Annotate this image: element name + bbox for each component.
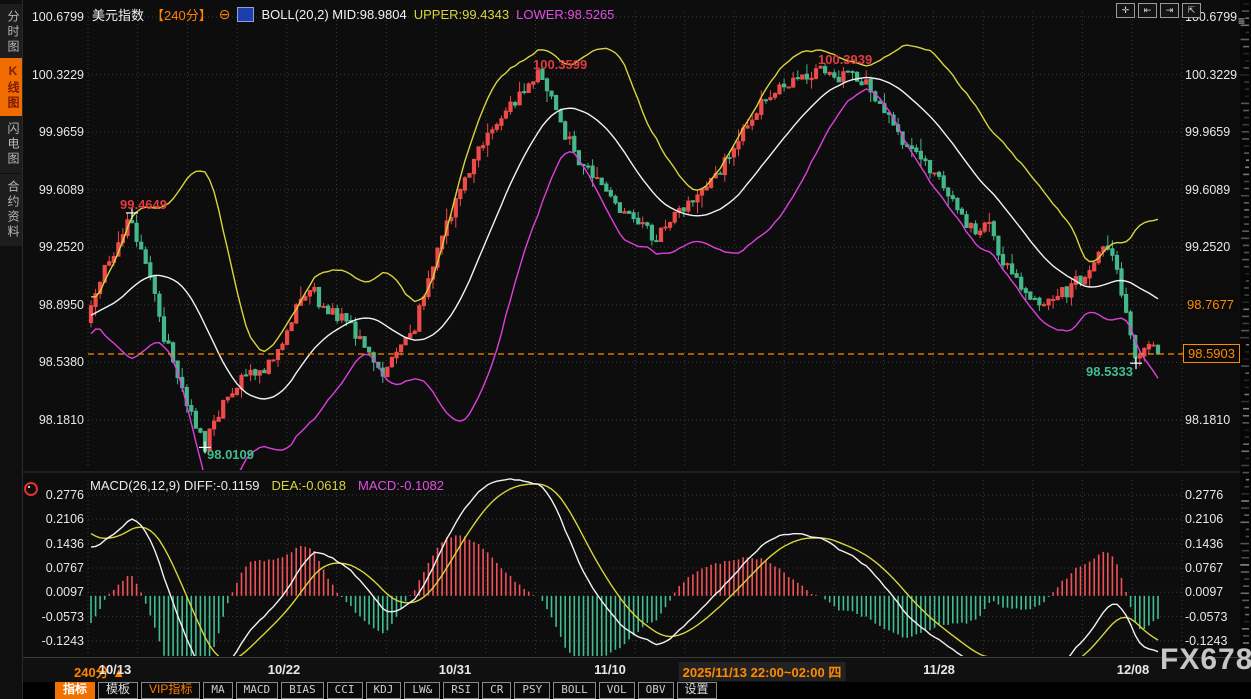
extreme-label-100.3599: 100.3599 xyxy=(533,57,587,72)
macd-tick-right: 0.0767 xyxy=(1185,561,1245,575)
toolbar-button-VOL[interactable]: VOL xyxy=(599,682,635,699)
axis-compress-icon[interactable]: ⇤ xyxy=(1138,3,1157,18)
macd-tick-left: 0.0767 xyxy=(22,561,84,575)
boll-lower-value: LOWER:98.5265 xyxy=(516,7,614,22)
sidebar-tab-2[interactable]: K线图 xyxy=(0,58,22,117)
time-axis: 240分 ▲ 10/1310/2210/3111/102025/11/13 22… xyxy=(22,657,1251,683)
price-tick-left: 98.8950 xyxy=(22,298,84,312)
price-tick-left: 98.1810 xyxy=(22,413,84,427)
date-label: 10/22 xyxy=(268,662,301,677)
sidebar-tab-4[interactable]: 合约资料 xyxy=(0,174,22,246)
macd-tick-left: 0.2106 xyxy=(22,512,84,526)
toolbar-button-VIP指标[interactable]: VIP指标 xyxy=(141,682,200,699)
chart-toolbar-icons: ✛⇤⇥⇱ xyxy=(1116,3,1201,18)
menu-icon[interactable]: ≡ xyxy=(1238,16,1245,26)
macd-tick-right: 0.2776 xyxy=(1185,488,1245,502)
sidebar: 分时图K线图闪电图合约资料 xyxy=(0,0,23,699)
date-label: 11/28 xyxy=(923,662,955,677)
macd-tick-left: -0.0573 xyxy=(22,610,84,624)
date-label: 12/08 xyxy=(1117,662,1150,677)
trading-terminal: 分时图K线图闪电图合约资料 美元指数 【240分】 ⊖ BOLL(20,2) M… xyxy=(0,0,1251,699)
toolbar-button-MA[interactable]: MA xyxy=(203,682,232,699)
price-tick-left: 98.5380 xyxy=(22,355,84,369)
watermark: FX678 xyxy=(1160,643,1251,677)
sidebar-tab-1[interactable]: 分时图 xyxy=(0,4,22,61)
toolbar-button-OBV[interactable]: OBV xyxy=(638,682,674,699)
boll-upper-value: UPPER:99.4343 xyxy=(414,7,509,22)
date-label: 11/10 xyxy=(594,662,626,677)
extreme-label-99.4649: 99.4649 xyxy=(120,197,167,212)
mini-chart-icon[interactable] xyxy=(237,7,254,22)
toolbar-button-MACD[interactable]: MACD xyxy=(236,682,279,699)
macd-tick-left: 0.1436 xyxy=(22,537,84,551)
fullscreen-icon[interactable]: ⇱ xyxy=(1182,3,1201,18)
extreme-label-100.3939: 100.3939 xyxy=(818,52,872,67)
toolbar-button-BOLL[interactable]: BOLL xyxy=(553,682,596,699)
toolbar-button-模板[interactable]: 模板 xyxy=(98,682,138,699)
macd-tick-right: 0.0097 xyxy=(1185,585,1245,599)
macd-title: MACD(26,12,9) DIFF:-0.1159 xyxy=(90,478,260,493)
extreme-label-98.5333: 98.5333 xyxy=(1086,364,1133,379)
macd-value: MACD:-0.1082 xyxy=(358,478,444,493)
price-tick-right: 99.2520 xyxy=(1185,240,1245,254)
toolbar-button-PSY[interactable]: PSY xyxy=(514,682,550,699)
macd-tick-right: 0.2106 xyxy=(1185,512,1245,526)
period-label: 【240分】 xyxy=(151,5,212,24)
date-label: 10/13 xyxy=(99,662,132,677)
toolbar-button-设置[interactable]: 设置 xyxy=(677,682,717,699)
toolbar-button-CCI[interactable]: CCI xyxy=(327,682,363,699)
price-tick-left: 100.3229 xyxy=(22,68,84,82)
toolbar-button-指标[interactable]: 指标 xyxy=(55,682,95,699)
macd-tick-left: -0.1243 xyxy=(22,634,84,648)
indicator-toolbar: 指标模板VIP指标MAMACDBIASCCIKDJLW&RSICRPSYBOLL… xyxy=(22,682,1251,699)
price-tick-left: 99.9659 xyxy=(22,125,84,139)
price-tick-right: 98.1810 xyxy=(1185,413,1245,427)
extreme-label-98.0109: 98.0109 xyxy=(207,447,254,462)
toolbar-button-CR[interactable]: CR xyxy=(482,682,511,699)
price-tick-left: 99.6089 xyxy=(22,183,84,197)
price-tick-left: 99.2520 xyxy=(22,240,84,254)
toolbar-button-LW&[interactable]: LW& xyxy=(404,682,440,699)
macd-tick-left: 0.0097 xyxy=(22,585,84,599)
highlighted-date-range: 2025/11/13 22:00~02:00 四 xyxy=(679,662,846,681)
boll-indicator-label: BOLL(20,2) MID:98.9804 xyxy=(261,7,406,22)
last-price-tag: 98.5903 xyxy=(1183,344,1240,363)
symbol-name: 美元指数 xyxy=(92,5,144,24)
macd-dea-value: DEA:-0.0618 xyxy=(272,478,346,493)
toolbar-button-RSI[interactable]: RSI xyxy=(443,682,479,699)
price-chart-header: 美元指数 【240分】 ⊖ BOLL(20,2) MID:98.9804 UPP… xyxy=(92,5,614,23)
price-tick-right: 99.6089 xyxy=(1185,183,1245,197)
toolbar-button-KDJ[interactable]: KDJ xyxy=(366,682,402,699)
toolbar-button-BIAS[interactable]: BIAS xyxy=(281,682,324,699)
macd-tick-right: 0.1436 xyxy=(1185,537,1245,551)
collapse-icon[interactable]: ⊖ xyxy=(219,8,231,20)
price-tick-right: 99.9659 xyxy=(1185,125,1245,139)
chart-canvas[interactable] xyxy=(0,0,1251,658)
date-label: 10/31 xyxy=(439,662,472,677)
pan-icon[interactable]: ✛ xyxy=(1116,3,1135,18)
prev-price-tag: 98.7677 xyxy=(1183,296,1238,313)
macd-target-icon[interactable] xyxy=(24,482,38,496)
sidebar-tab-3[interactable]: 闪电图 xyxy=(0,116,22,173)
macd-header: MACD(26,12,9) DIFF:-0.1159 DEA:-0.0618 M… xyxy=(90,478,444,493)
macd-tick-right: -0.0573 xyxy=(1185,610,1245,624)
price-tick-left: 100.6799 xyxy=(22,10,84,24)
axis-expand-icon[interactable]: ⇥ xyxy=(1160,3,1179,18)
price-tick-right: 100.3229 xyxy=(1185,68,1245,82)
